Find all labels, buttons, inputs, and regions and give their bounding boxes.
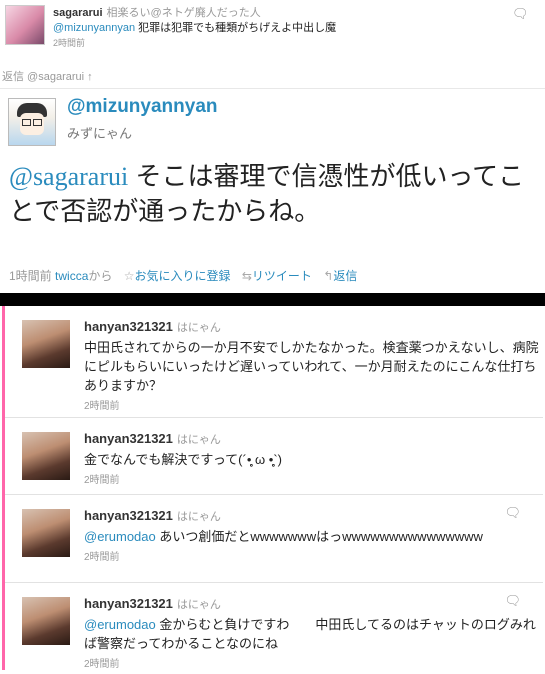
avatar[interactable] [8,98,56,146]
reply-label: 返信 [333,269,358,283]
timeline-tweet: hanyan321321 はにゃん @erumodao あいつ創価だとwwwwww… [5,495,543,583]
mention-link[interactable]: @mizunyannyan [53,22,135,34]
via-link[interactable]: twicca [55,269,88,283]
tweet-top: sagararui 相楽るい@ネトゲ廃人だった人 @mizunyannyan 犯罪… [0,0,545,66]
avatar-glasses-left [22,119,31,126]
display-name: はにゃん [176,322,221,334]
tweet-body: あいつ創価だとwwwwwwwはっwwwwwwwwwwwwwww [155,529,483,544]
timestamp[interactable]: 2時間前 [84,552,120,563]
mention-link[interactable]: @sagararui [9,162,128,191]
speech-bubble-icon[interactable]: 🗨 [512,6,529,22]
avatar[interactable] [22,509,70,557]
timeline-panel: hanyan321321 はにゃん 中田氏されてからの一か月不安でしかたなかった。… [2,306,543,670]
retweet-button[interactable]: ⇆リツイート [242,269,312,283]
tweet-body: 犯罪は犯罪でも種類がちげえよ中出し魔 [135,22,337,34]
timeline-tweet: hanyan321321 はにゃん 中田氏されてからの一か月不安でしかたなかった。… [5,306,543,418]
tweet-text-block: hanyan321321 はにゃん 中田氏されてからの一か月不安でしかたなかった。… [84,317,539,416]
timestamp[interactable]: 2時間前 [84,475,120,486]
tweet-text-block: hanyan321321 はにゃん 金でなんでも解決ですって(´•̥̥̥ ω •̥… [84,429,539,490]
display-name: 相楽るい@ネトゲ廃人だった人 [106,7,261,19]
display-name: はにゃん [176,434,221,446]
timestamp[interactable]: 2時間前 [84,401,120,412]
timeline-tweet: hanyan321321 はにゃん @erumodao 金からむと負けですわ 中田… [5,583,543,670]
tweet-text-block: sagararui 相楽るい@ネトゲ廃人だった人 @mizunyannyan 犯罪… [53,6,513,51]
tweet-meta: 1時間前 twiccaから ☆お気に入りに登録 ⇆リツイート ↰返信 [9,267,357,284]
tweet-text-block: hanyan321321 はにゃん @erumodao 金からむと負けですわ 中田… [84,594,539,674]
username-link[interactable]: hanyan321321 [84,508,173,523]
tweet-body: 中田氏されてからの一か月不安でしかたなかった。検査薬つかえないし、病院にピルもら… [84,340,539,393]
in-reply-to-link[interactable]: 返信 @sagararui ↑ [0,66,545,88]
favorite-button[interactable]: ☆お気に入りに登録 [124,269,231,283]
main-display-name: みずにゃん [67,126,133,141]
avatar[interactable] [22,320,70,368]
reply-icon: ↰ [323,269,334,283]
username-link[interactable]: hanyan321321 [84,596,173,611]
username-link[interactable]: hanyan321321 [84,431,173,446]
timestamp[interactable]: 1時間前 [9,269,52,283]
retweet-label: リツイート [251,269,312,283]
timeline-tweet: hanyan321321 はにゃん 金でなんでも解決ですって(´•̥̥̥ ω •̥… [5,418,543,495]
avatar-glasses-right [33,119,42,126]
retweet-icon: ⇆ [241,269,252,283]
speech-bubble-icon[interactable]: 🗨 [504,593,521,609]
main-handle-link[interactable]: @mizunyannyan [67,96,218,118]
tweet-text-block: hanyan321321 はにゃん @erumodao あいつ創価だとwwwwww… [84,506,539,567]
tweet-body: 金でなんでも解決ですって(´•̥̥̥ ω •̥̥̥`) [84,452,282,467]
mention-link[interactable]: @erumodao [84,529,156,544]
black-bar [0,293,545,306]
main-tweet-content: @sagararui そこは審理で信憑性が低いってことで否認が通ったからね。 [9,159,539,228]
reply-button[interactable]: ↰返信 [323,269,357,283]
avatar[interactable] [5,5,45,45]
avatar[interactable] [22,432,70,480]
username-link[interactable]: sagararui [53,7,103,19]
display-name: はにゃん [176,511,221,523]
timestamp[interactable]: 2時間前 [84,659,120,670]
timestamp[interactable]: 2時間前 [53,38,85,48]
tweet-main: @mizunyannyan みずにゃん @sagararui そこは審理で信憑性… [0,89,545,297]
mention-link[interactable]: @erumodao [84,617,156,632]
via-suffix: から [88,269,113,283]
favorite-label: お気に入りに登録 [134,269,231,283]
star-icon: ☆ [123,269,135,283]
username-link[interactable]: hanyan321321 [84,319,173,334]
display-name: はにゃん [176,599,221,611]
avatar[interactable] [22,597,70,645]
speech-bubble-icon[interactable]: 🗨 [504,505,521,521]
